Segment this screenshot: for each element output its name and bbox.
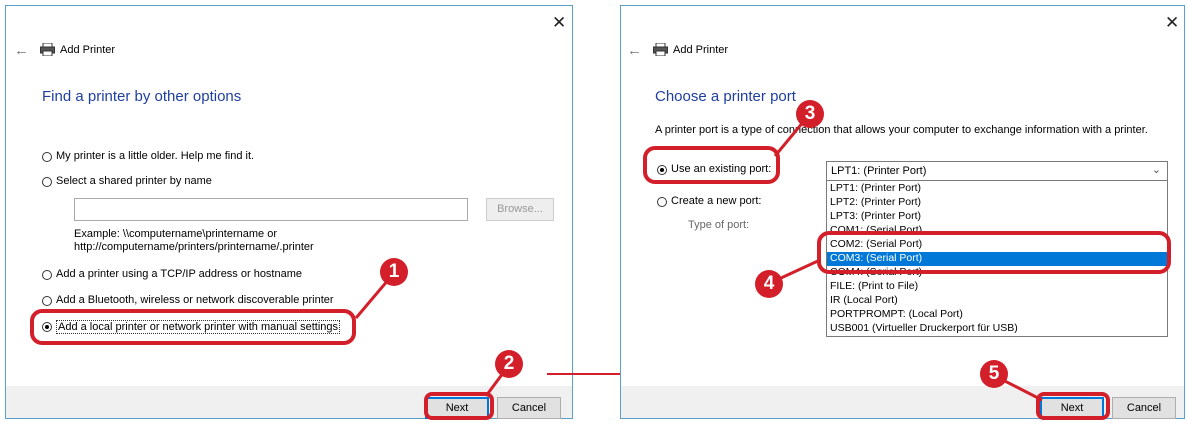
- callout-3: 3: [796, 100, 824, 128]
- callout-1: 1: [380, 258, 408, 286]
- callout-5: 5: [980, 360, 1008, 388]
- callout-2: 2: [495, 350, 523, 378]
- callout-4: 4: [755, 270, 783, 298]
- callout-leader-lines: [354, 114, 1043, 402]
